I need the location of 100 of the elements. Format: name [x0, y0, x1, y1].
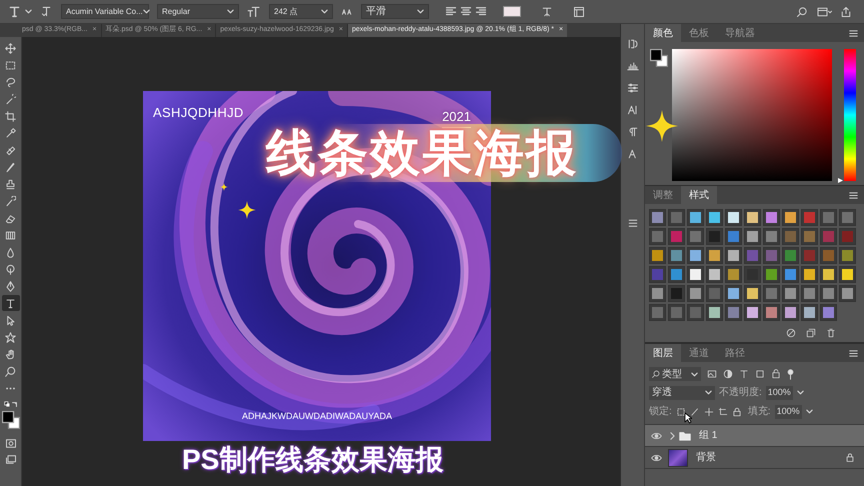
image-filter-icon[interactable]: [707, 369, 717, 379]
foreground-background-colors-icon[interactable]: [2, 411, 20, 429]
panel-tab[interactable]: 调整: [645, 186, 681, 204]
font-family-dropdown[interactable]: Acumin Variable Co...: [61, 4, 149, 19]
align-left-icon[interactable]: [445, 5, 457, 18]
panel-menu-icon[interactable]: [849, 350, 858, 356]
panels-icon[interactable]: [573, 6, 585, 18]
panel-menu-icon[interactable]: [849, 30, 858, 36]
text-orientation-icon[interactable]: [40, 5, 53, 18]
panel-tab[interactable]: 颜色: [645, 24, 681, 42]
swap-colors-icon[interactable]: [4, 401, 18, 409]
shape-filter-icon[interactable]: [755, 369, 765, 379]
style-swatch[interactable]: [706, 228, 723, 245]
style-swatch[interactable]: [763, 285, 780, 302]
glyph-icon[interactable]: [626, 148, 638, 160]
panel-tab[interactable]: 色板: [681, 24, 717, 42]
style-swatch[interactable]: [782, 285, 799, 302]
lock-position-icon[interactable]: [704, 406, 714, 416]
style-swatch[interactable]: [763, 304, 780, 321]
style-swatch[interactable]: [725, 228, 742, 245]
style-swatch[interactable]: [839, 247, 856, 264]
new-style-icon[interactable]: [806, 328, 816, 338]
font-style-dropdown[interactable]: Regular: [157, 4, 239, 19]
lock-all-icon[interactable]: [732, 406, 742, 416]
quick-mask-icon[interactable]: [4, 438, 16, 449]
style-swatch[interactable]: [744, 266, 761, 283]
style-swatch[interactable]: [763, 209, 780, 226]
lock-icon[interactable]: [846, 453, 854, 462]
style-swatch[interactable]: [706, 209, 723, 226]
history-icon[interactable]: [626, 38, 638, 50]
style-swatch[interactable]: [706, 247, 723, 264]
eye-icon[interactable]: [651, 432, 662, 440]
panel-tab[interactable]: 导航器: [717, 24, 763, 42]
search-icon[interactable]: [796, 6, 808, 18]
style-swatch[interactable]: [744, 304, 761, 321]
style-swatch[interactable]: [725, 247, 742, 264]
lock-artboard-icon[interactable]: [718, 406, 728, 416]
filter-toggle-icon[interactable]: [787, 368, 794, 380]
font-size-dropdown[interactable]: 242 点: [269, 4, 333, 19]
style-swatch[interactable]: [820, 247, 837, 264]
panel-tab[interactable]: 通道: [681, 344, 717, 362]
adjustment-filter-icon[interactable]: [723, 369, 733, 379]
style-swatch[interactable]: [782, 304, 799, 321]
style-swatch[interactable]: [744, 285, 761, 302]
style-swatch[interactable]: [801, 228, 818, 245]
smart-object-filter-icon[interactable]: [771, 369, 781, 379]
style-swatch[interactable]: [687, 266, 704, 283]
share-icon[interactable]: [840, 6, 852, 18]
style-swatch[interactable]: [782, 247, 799, 264]
style-swatch[interactable]: [801, 247, 818, 264]
opacity-field[interactable]: 100%: [766, 386, 793, 400]
eye-icon[interactable]: [651, 454, 662, 462]
align-center-icon[interactable]: [460, 5, 472, 18]
layer-row[interactable]: 组 1: [645, 425, 864, 447]
antialias-dropdown[interactable]: 平滑: [361, 4, 429, 19]
style-swatch[interactable]: [744, 209, 761, 226]
style-swatch[interactable]: [649, 247, 666, 264]
type-filter-icon[interactable]: [739, 369, 749, 379]
style-swatch[interactable]: [668, 266, 685, 283]
delete-icon[interactable]: [826, 328, 836, 338]
style-swatch[interactable]: [801, 266, 818, 283]
style-swatch[interactable]: [706, 266, 723, 283]
style-swatch[interactable]: [820, 209, 837, 226]
style-swatch[interactable]: [801, 209, 818, 226]
type-tool-preset-button[interactable]: [8, 5, 32, 18]
align-right-icon[interactable]: [475, 5, 487, 18]
hue-slider-thumb[interactable]: [838, 178, 843, 183]
lock-pixels-icon[interactable]: [690, 406, 700, 416]
style-swatch[interactable]: [687, 247, 704, 264]
layer-row[interactable]: 背景: [645, 447, 864, 469]
style-swatch[interactable]: [649, 209, 666, 226]
style-swatch[interactable]: [763, 266, 780, 283]
style-swatch[interactable]: [687, 228, 704, 245]
workspace-icon[interactable]: [816, 6, 832, 18]
style-swatch[interactable]: [801, 304, 818, 321]
style-swatch[interactable]: [668, 228, 685, 245]
style-swatch[interactable]: [649, 304, 666, 321]
clear-style-icon[interactable]: [786, 328, 796, 338]
style-swatch[interactable]: [782, 228, 799, 245]
style-swatch[interactable]: [820, 228, 837, 245]
layer-filter-dropdown[interactable]: 类型: [649, 367, 701, 381]
style-swatch[interactable]: [706, 285, 723, 302]
style-swatch[interactable]: [839, 285, 856, 302]
style-swatch[interactable]: [668, 285, 685, 302]
style-swatch[interactable]: [687, 304, 704, 321]
style-swatch[interactable]: [820, 266, 837, 283]
blend-mode-dropdown[interactable]: 穿透: [649, 386, 715, 400]
screen-mode-icon[interactable]: [4, 454, 16, 465]
style-swatch[interactable]: [725, 304, 742, 321]
style-swatch[interactable]: [782, 209, 799, 226]
warp-text-icon[interactable]: [541, 6, 553, 18]
panel-menu-icon[interactable]: [849, 192, 858, 198]
style-swatch[interactable]: [820, 304, 837, 321]
style-swatch[interactable]: [839, 209, 856, 226]
panel-tab[interactable]: 样式: [681, 186, 717, 204]
style-swatch[interactable]: [687, 209, 704, 226]
fill-field[interactable]: 100%: [774, 404, 802, 418]
type-tool-button[interactable]: [2, 295, 20, 311]
style-swatch[interactable]: [725, 266, 742, 283]
expand-caret-icon[interactable]: [670, 432, 675, 440]
